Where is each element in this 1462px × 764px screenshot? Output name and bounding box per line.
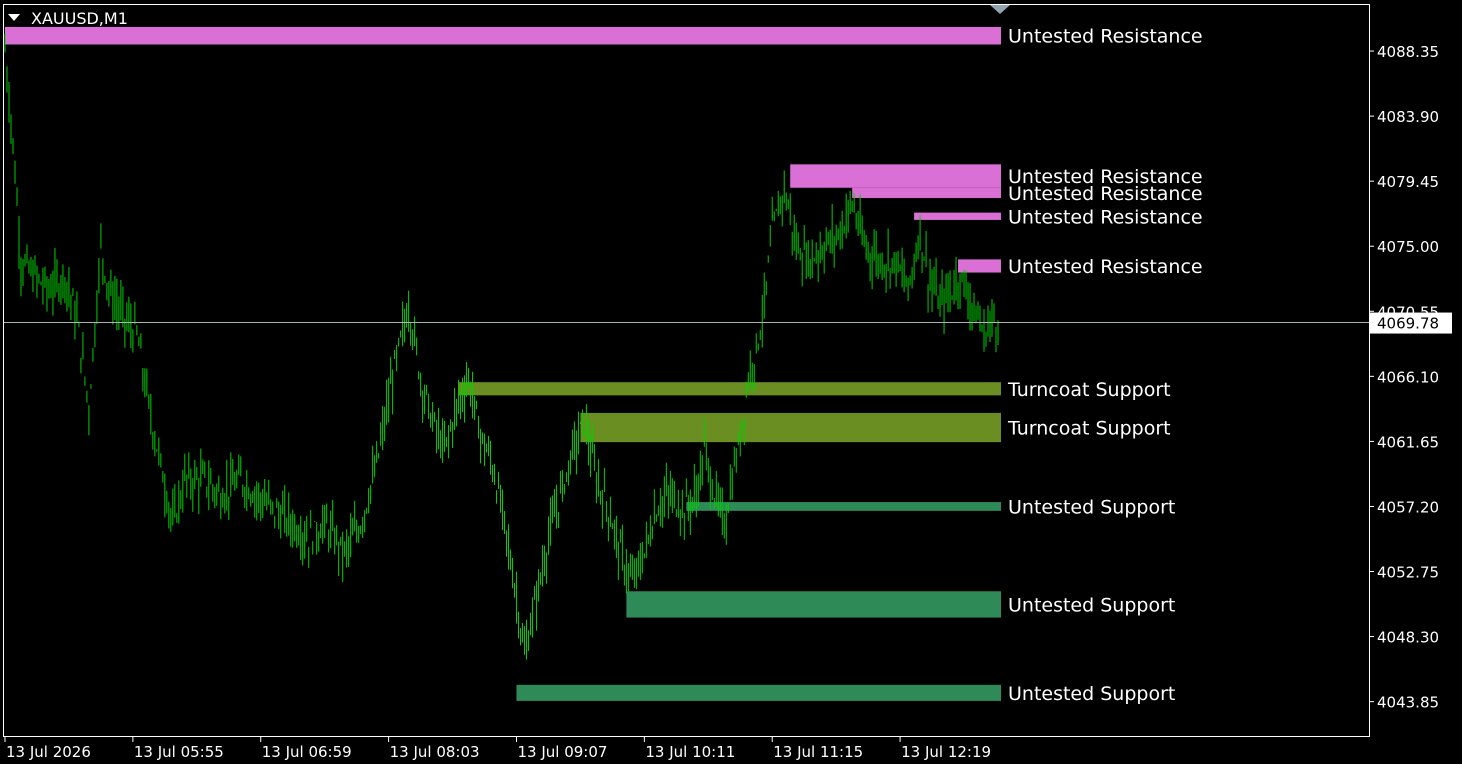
zone-label-4: Untested Resistance [1008, 256, 1203, 278]
y-tick-label: 4061.65 [1377, 433, 1439, 451]
zone-label-8: Untested Support [1008, 594, 1175, 616]
y-tick-label: 4083.90 [1377, 108, 1439, 126]
zone-resistance-0 [5, 26, 1001, 45]
zone-label-0: Untested Resistance [1008, 26, 1203, 48]
x-tick-label: 13 Jul 2026 [6, 743, 91, 761]
x-tick-label: 13 Jul 06:59 [262, 743, 352, 761]
x-tick-label: 13 Jul 12:19 [901, 743, 991, 761]
y-tick-label: 4075.00 [1377, 238, 1439, 256]
zone-turncoat-5 [458, 382, 1001, 396]
x-tick-label: 13 Jul 08:03 [390, 743, 480, 761]
plot-frame [3, 4, 1370, 737]
y-tick-label: 4048.30 [1377, 629, 1439, 647]
zone-label-9: Untested Support [1008, 683, 1175, 705]
zone-label-7: Untested Support [1008, 496, 1175, 518]
zone-resistance-2 [852, 187, 1001, 198]
symbol-menu-arrow-icon[interactable] [8, 14, 20, 21]
zone-label-3: Untested Resistance [1008, 206, 1203, 228]
zone-resistance-1 [790, 164, 1001, 188]
y-tick-label: 4052.75 [1377, 564, 1439, 582]
x-tick-label: 13 Jul 11:15 [773, 743, 863, 761]
y-tick-label: 4057.20 [1377, 498, 1439, 516]
price-axis: 4088.35 4083.90 4079.45 4075.00 4070.55 4066.… [1369, 43, 1439, 712]
zone-turncoat-6 [580, 412, 1001, 443]
y-tick-label: 4079.45 [1377, 173, 1439, 191]
zone-resistance-3 [914, 212, 1001, 220]
symbol-title: XAUUSD,M1 [31, 9, 128, 28]
zone-support-9 [516, 684, 1001, 701]
y-tick-label: 4043.85 [1377, 694, 1439, 712]
zone-label-6: Turncoat Support [1007, 418, 1171, 440]
zone-support-7 [686, 502, 1001, 511]
price-bars [4, 33, 999, 660]
zone-label-2: Untested Resistance [1008, 183, 1203, 205]
x-tick-label: 13 Jul 09:07 [517, 743, 607, 761]
price-chart[interactable]: 4069.78 Untested ResistanceUntested Resi… [0, 0, 1462, 764]
zone-label-5: Turncoat Support [1007, 379, 1171, 401]
y-tick-label: 4066.10 [1377, 368, 1439, 386]
time-axis: 13 Jul 2026 13 Jul 05:55 13 Jul 06:59 13 Ju… [4, 736, 991, 761]
x-tick-label: 13 Jul 05:55 [134, 743, 224, 761]
chart-shift-marker-icon[interactable] [990, 5, 1010, 14]
y-tick-label: 4070.55 [1377, 303, 1439, 321]
x-tick-label: 13 Jul 10:11 [645, 743, 735, 761]
chart-window[interactable]: 4069.78 Untested Resistance Untested Resi… [0, 0, 1462, 764]
y-tick-label: 4088.35 [1377, 43, 1439, 61]
zone-support-8 [626, 591, 1001, 618]
